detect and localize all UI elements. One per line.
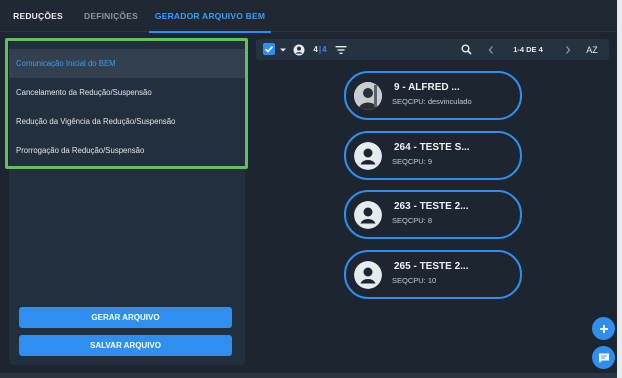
avatar-photo — [354, 82, 382, 110]
employee-card[interactable]: 9 - ALFRED ... SEQCPU: desvinculado — [344, 71, 522, 120]
tab-bar: REDUÇÕES DEFINIÇÕES GERADOR ARQUIVO BEM — [0, 0, 622, 33]
person-icon — [354, 261, 382, 289]
bottom-scrollbar[interactable] — [0, 373, 617, 378]
menu-item-comunicacao-inicial[interactable]: Comunicação Inicial do BEM — [9, 49, 245, 78]
card-title: 265 - TESTE 2... — [394, 261, 469, 272]
prev-page-button[interactable] — [485, 39, 497, 60]
select-all-checkbox[interactable] — [263, 43, 275, 55]
person-icon — [354, 142, 382, 170]
total-count: 4 — [322, 45, 327, 54]
employee-card[interactable]: 264 - TESTE S... SEQCPU: 9 — [344, 131, 522, 180]
card-subtitle: SEQCPU: 8 — [392, 216, 433, 225]
avatar-placeholder — [354, 261, 382, 289]
person-icon — [293, 44, 305, 55]
tab-reducoes[interactable]: REDUÇÕES — [6, 0, 70, 32]
employee-card[interactable]: 265 - TESTE 2... SEQCPU: 10 — [344, 250, 522, 299]
card-title: 263 - TESTE 2... — [394, 201, 469, 212]
avatar-placeholder — [354, 142, 382, 170]
search-button[interactable] — [459, 39, 473, 60]
tab-gerador-arquivo-bem[interactable]: GERADOR ARQUIVO BEM — [149, 0, 271, 33]
person-filter[interactable] — [292, 39, 306, 60]
chat-button[interactable] — [592, 346, 615, 369]
filter-button[interactable] — [334, 39, 348, 60]
checkbox-checked-icon — [264, 45, 274, 53]
avatar-placeholder — [354, 201, 382, 229]
card-title: 264 - TESTE S... — [394, 142, 470, 153]
add-button[interactable] — [592, 317, 615, 340]
card-subtitle: SEQCPU: desvinculado — [392, 97, 472, 106]
save-file-button[interactable]: SALVAR ARQUIVO — [19, 335, 232, 356]
selection-count: 4 | 4 — [308, 39, 332, 60]
sort-button[interactable]: AZ — [584, 39, 600, 60]
chat-icon — [598, 353, 609, 363]
chevron-left-icon — [488, 45, 493, 54]
menu-item-prorrogacao[interactable]: Prorrogação da Redução/Suspensão — [9, 136, 245, 165]
selection-dropdown[interactable] — [278, 39, 288, 60]
list-toolbar: 4 | 4 1-4 DE 4 AZ — [256, 39, 609, 60]
tab-definicoes[interactable]: DEFINIÇÕES — [78, 0, 144, 32]
selected-count: 4 — [313, 45, 318, 54]
generate-file-button[interactable]: GERAR ARQUIVO — [19, 307, 232, 328]
filter-icon — [335, 45, 347, 54]
menu-item-reducao-vigencia[interactable]: Redução da Vigência da Redução/Suspensão — [9, 107, 245, 136]
plus-icon — [599, 324, 608, 333]
card-subtitle: SEQCPU: 9 — [392, 157, 433, 166]
search-icon — [461, 44, 472, 55]
menu-item-cancelamento[interactable]: Cancelamento da Redução/Suspensão — [9, 78, 245, 107]
next-page-button[interactable] — [562, 39, 574, 60]
portrait-icon — [354, 82, 382, 110]
window-edge — [617, 0, 622, 378]
caret-down-icon — [280, 48, 286, 51]
count-separator: | — [318, 45, 322, 54]
file-type-menu: Comunicação Inicial do BEM Cancelamento … — [9, 49, 245, 165]
person-icon — [354, 201, 382, 229]
page-info: 1-4 DE 4 — [513, 45, 543, 54]
chevron-right-icon — [566, 45, 571, 54]
card-subtitle: SEQCPU: 10 — [392, 276, 437, 285]
employee-card[interactable]: 263 - TESTE 2... SEQCPU: 8 — [344, 190, 522, 239]
card-title: 9 - ALFRED ... — [394, 82, 460, 93]
